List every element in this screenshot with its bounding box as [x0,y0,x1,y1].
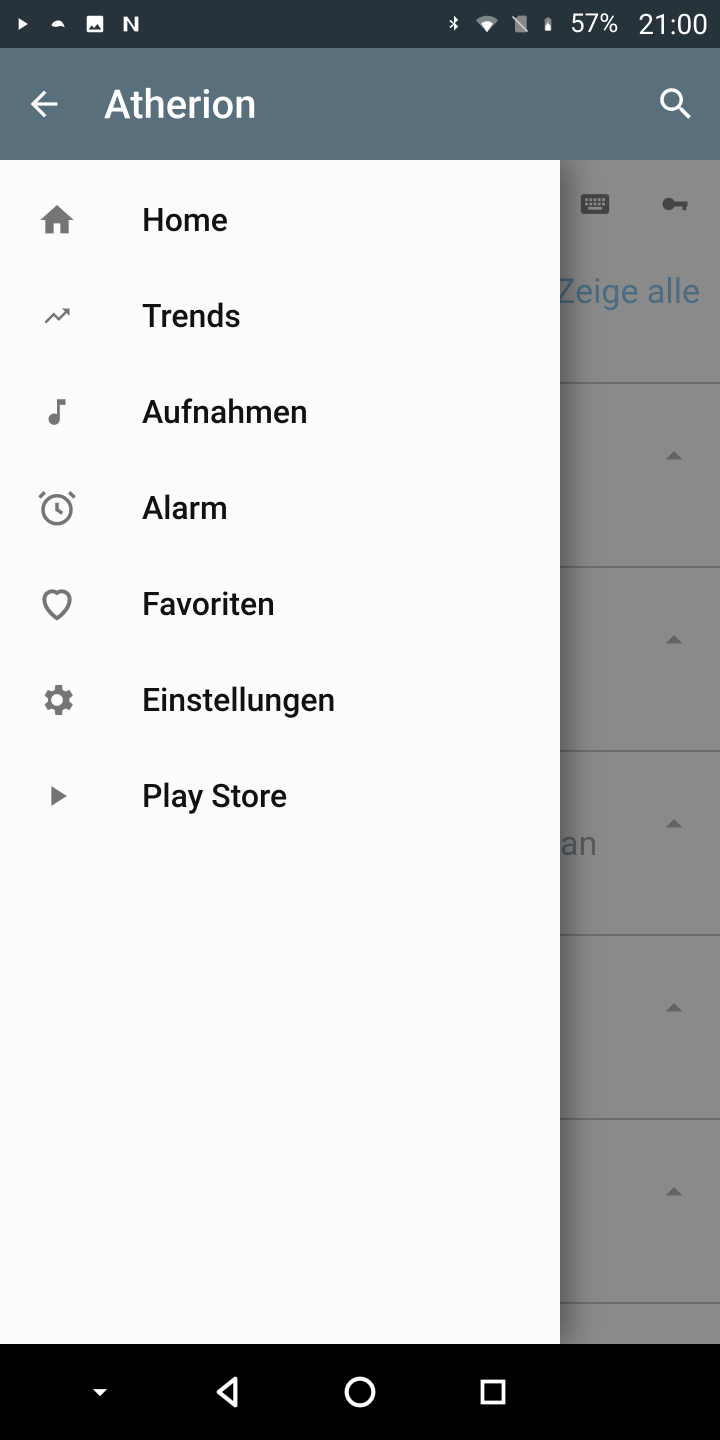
alarm-icon [30,481,84,535]
drawer-item-label: Alarm [142,489,228,527]
play-icon [30,769,84,823]
music-note-icon [30,385,84,439]
home-icon [30,193,84,247]
chevron-up-icon [654,804,694,844]
chevron-up-icon [654,436,694,476]
drawer-item-favorites[interactable]: Favoriten [0,556,560,652]
bluetooth-icon [444,12,464,36]
drawer-item-home[interactable]: Home [0,172,560,268]
chevron-up-icon [654,1172,694,1212]
chevron-up-icon [654,620,694,660]
drawer-item-label: Einstellungen [142,681,335,719]
chevron-up-icon [654,988,694,1028]
search-button[interactable] [652,80,700,128]
drawer-item-label: Aufnahmen [142,393,308,431]
battery-percent: 57% [570,9,618,39]
status-clock: 21:00 [638,8,708,41]
drawer-item-playstore[interactable]: Play Store [0,748,560,844]
keyboard-icon[interactable] [570,184,620,224]
app-title: Atherion [104,81,256,128]
drawer-item-label: Trends [142,297,241,335]
content-area: Zeige alle an [0,160,720,1344]
back-button[interactable] [20,80,68,128]
gear-icon [30,673,84,727]
drawer-item-label: Play Store [142,777,287,815]
key-icon[interactable] [650,184,700,224]
play-icon [12,14,32,34]
image-icon [84,13,106,35]
n-icon [120,13,142,35]
drawer-item-label: Favoriten [142,585,275,623]
status-right-icons: 57% 21:00 [444,8,708,41]
heart-icon [30,577,84,631]
wifi-icon [474,13,500,35]
drawer-item-settings[interactable]: Einstellungen [0,652,560,748]
show-all-link[interactable]: Zeige alle [555,272,700,312]
battery-icon [540,12,556,36]
navigation-drawer: Home Trends Aufnahmen Alarm Favoriten [0,160,560,1344]
drawer-item-recordings[interactable]: Aufnahmen [0,364,560,460]
drawer-item-alarm[interactable]: Alarm [0,460,560,556]
lizard-icon [46,14,70,34]
trending-icon [30,289,84,343]
drawer-item-label: Home [142,201,228,239]
sim-off-icon [510,12,530,36]
status-bar: 57% 21:00 [0,0,720,48]
row-text-fragment: an [560,824,597,864]
status-left-icons [12,13,142,35]
drawer-item-trends[interactable]: Trends [0,268,560,364]
app-bar: Atherion [0,48,720,160]
